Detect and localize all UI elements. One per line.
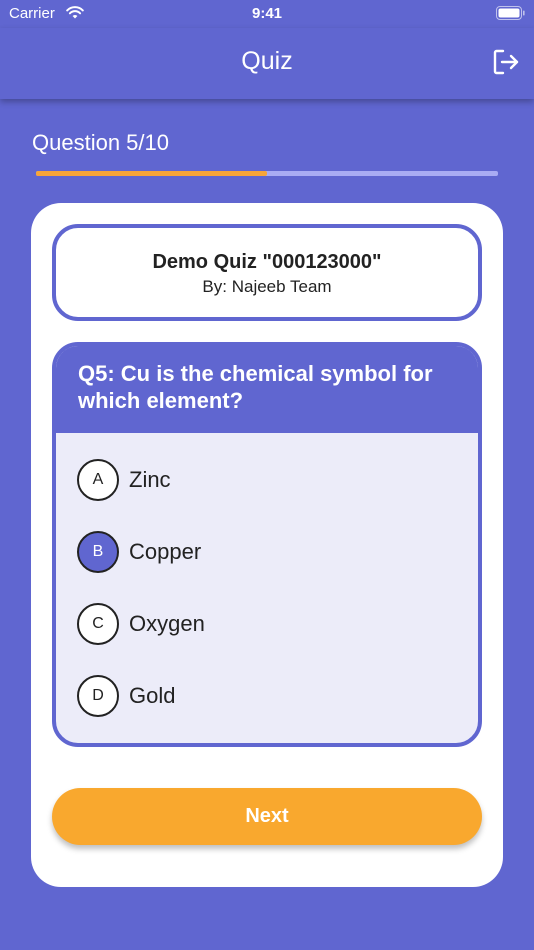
option-letter: B	[77, 531, 119, 573]
progress-bar	[36, 171, 498, 176]
quiz-info-box: Demo Quiz "000123000" By: Najeeb Team	[52, 224, 482, 321]
question-text: Q5: Cu is the chemical symbol for which …	[78, 361, 433, 413]
status-time: 9:41	[251, 5, 283, 22]
page-title: Quiz	[241, 47, 293, 75]
option-letter: C	[77, 603, 119, 645]
app-bar: Quiz	[0, 28, 534, 99]
option-label: Oxygen	[129, 611, 205, 636]
status-bar: Carrier 9:41	[0, 0, 534, 28]
option-d[interactable]: D Gold	[77, 675, 457, 719]
quiz-author: By: Najeeb Team	[202, 277, 332, 296]
option-label: Copper	[129, 539, 202, 564]
battery-icon	[496, 6, 525, 20]
quiz-title: Demo Quiz "000123000"	[152, 251, 382, 273]
question-counter: Question 5/10	[32, 130, 169, 155]
option-label: Gold	[129, 683, 176, 708]
option-letter: A	[77, 459, 119, 501]
option-c[interactable]: C Oxygen	[77, 603, 457, 647]
question-box: Q5: Cu is the chemical symbol for which …	[52, 342, 482, 747]
quiz-card: Demo Quiz "000123000" By: Najeeb Team Q5…	[31, 203, 503, 887]
next-button[interactable]: Next	[52, 788, 482, 845]
logout-icon[interactable]	[492, 48, 520, 76]
option-b[interactable]: B Copper	[77, 531, 457, 575]
question-header: Q5: Cu is the chemical symbol for which …	[56, 346, 478, 433]
option-a[interactable]: A Zinc	[77, 459, 457, 503]
progress-bar-fill	[36, 171, 267, 176]
option-letter: D	[77, 675, 119, 717]
option-label: Zinc	[129, 467, 171, 492]
